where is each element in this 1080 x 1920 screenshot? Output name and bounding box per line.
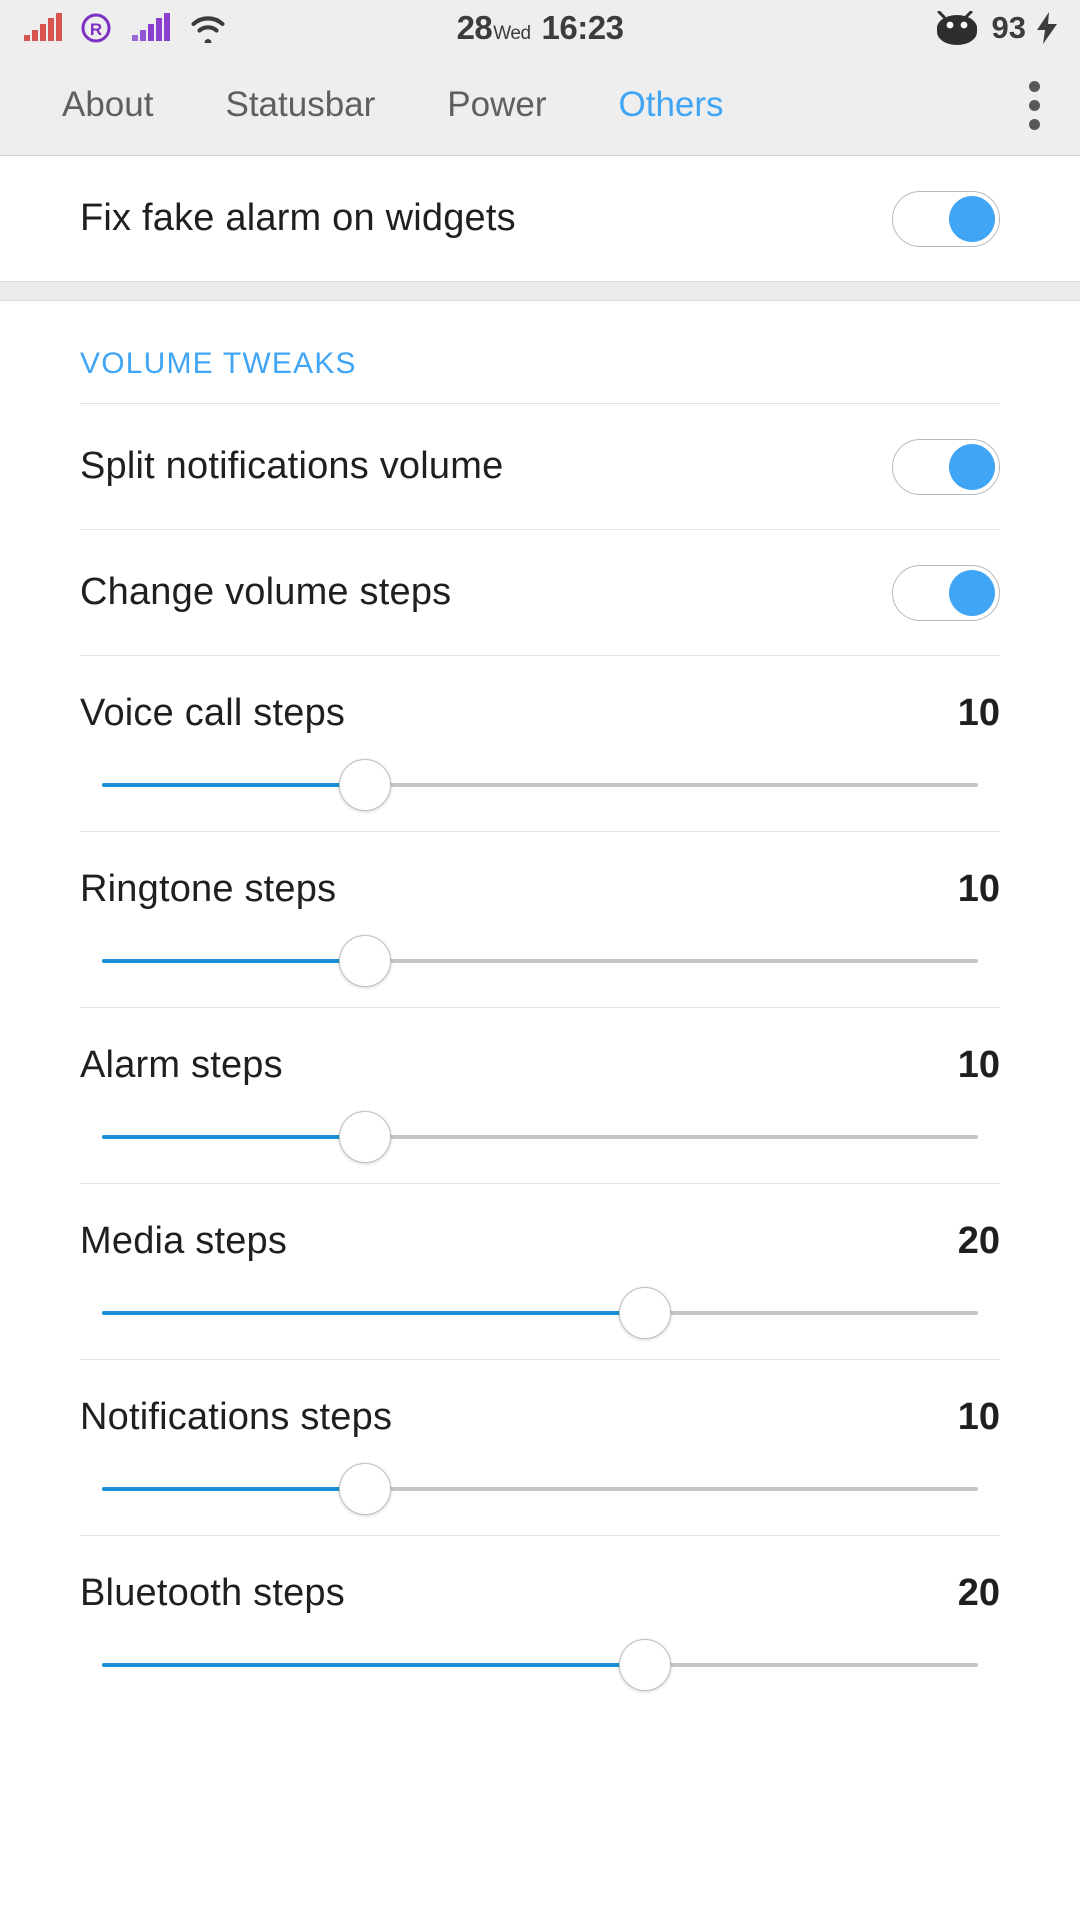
slider-label: Notifications steps	[80, 1396, 393, 1438]
slider-track-fill	[102, 1663, 646, 1667]
slider-header: Bluetooth steps 20	[80, 1536, 1000, 1619]
slider-track-fill	[102, 783, 365, 787]
slider-row[interactable]: Alarm steps 10	[0, 1008, 1080, 1183]
slider-thumb[interactable]	[619, 1287, 672, 1339]
lightning-bolt-icon	[1036, 11, 1058, 44]
slider-label: Alarm steps	[80, 1044, 283, 1086]
tab-power[interactable]: Power	[411, 85, 582, 125]
slider-header: Ringtone steps 10	[80, 832, 1000, 915]
slider-control[interactable]	[102, 1443, 978, 1535]
slider-control[interactable]	[102, 915, 978, 1007]
slider-thumb[interactable]	[338, 1463, 391, 1515]
toggle-fix-fake-alarm[interactable]	[892, 190, 1000, 247]
slider-header: Notifications steps 10	[80, 1360, 1000, 1443]
slider-control[interactable]	[102, 739, 978, 831]
slider-control[interactable]	[102, 1091, 978, 1183]
slider-row[interactable]: Ringtone steps 10	[0, 832, 1080, 1007]
slider-track-fill	[102, 1311, 646, 1315]
slider-header: Alarm steps 10	[80, 1008, 1000, 1091]
android-bugdroid-battery-icon	[932, 10, 982, 45]
slider-value: 10	[957, 1044, 1000, 1086]
status-date-day: 28	[456, 8, 493, 46]
toggle-knob	[949, 443, 995, 490]
slider-value: 10	[957, 692, 1000, 734]
status-date-weekday: Wed	[493, 22, 531, 44]
toggle-split-notifications-volume[interactable]	[892, 438, 1000, 495]
toggle-change-volume-steps[interactable]	[892, 564, 1000, 621]
setting-label: Fix fake alarm on widgets	[80, 197, 516, 239]
section-gap-divider	[0, 281, 1080, 301]
slider-list: Voice call steps 10 Ringtone steps 10 Alarm …	[0, 656, 1080, 1711]
slider-value: 10	[957, 868, 1000, 910]
setting-row-change-volume-steps[interactable]: Change volume steps	[0, 530, 1080, 655]
status-bar: R 28 Wed 16:23 93	[0, 0, 1080, 55]
setting-label: Split notifications volume	[80, 445, 504, 487]
tab-list: About Statusbar Power Others	[0, 85, 988, 125]
slider-label: Ringtone steps	[80, 868, 337, 910]
slider-header: Voice call steps 10	[80, 656, 1000, 739]
setting-row-fix-fake-alarm[interactable]: Fix fake alarm on widgets	[0, 156, 1080, 281]
toggle-knob	[949, 569, 995, 616]
slider-row[interactable]: Bluetooth steps 20	[0, 1536, 1080, 1711]
slider-control[interactable]	[102, 1619, 978, 1711]
slider-row[interactable]: Voice call steps 10	[0, 656, 1080, 831]
slider-thumb[interactable]	[338, 759, 391, 811]
setting-label: Change volume steps	[80, 571, 452, 613]
slider-label: Media steps	[80, 1220, 288, 1262]
slider-row[interactable]: Notifications steps 10	[0, 1360, 1080, 1535]
tab-bar: About Statusbar Power Others	[0, 55, 1080, 156]
toggle-knob	[949, 195, 995, 242]
slider-control[interactable]	[102, 1267, 978, 1359]
settings-content: Fix fake alarm on widgets VOLUME TWEAKS …	[0, 156, 1080, 1711]
slider-thumb[interactable]	[619, 1639, 672, 1691]
more-vertical-icon[interactable]	[988, 80, 1080, 130]
slider-header: Media steps 20	[80, 1184, 1000, 1267]
slider-value: 20	[957, 1572, 1000, 1614]
slider-thumb[interactable]	[338, 935, 391, 987]
signal-bars-sim1-icon	[22, 12, 62, 43]
section-header-volume-tweaks: VOLUME TWEAKS	[80, 347, 357, 380]
status-bar-left-icons: R	[22, 12, 228, 44]
tab-about[interactable]: About	[62, 85, 189, 125]
battery-percentage: 93	[991, 9, 1026, 45]
status-bar-right-icons: 93	[932, 0, 1058, 55]
signal-bars-sim2-icon	[130, 12, 170, 43]
slider-value: 10	[957, 1396, 1000, 1438]
slider-value: 20	[957, 1220, 1000, 1262]
slider-thumb[interactable]	[338, 1111, 391, 1163]
wifi-icon	[188, 13, 228, 43]
svg-text:R: R	[90, 20, 102, 39]
status-time: 16:23	[541, 8, 624, 46]
slider-label: Bluetooth steps	[80, 1572, 345, 1614]
roaming-icon: R	[80, 12, 112, 44]
slider-row[interactable]: Media steps 20	[0, 1184, 1080, 1359]
slider-label: Voice call steps	[80, 692, 346, 734]
slider-track-fill	[102, 959, 365, 963]
tab-others[interactable]: Others	[583, 85, 760, 125]
setting-row-split-notifications-volume[interactable]: Split notifications volume	[0, 404, 1080, 529]
slider-track-fill	[102, 1135, 365, 1139]
slider-track-fill	[102, 1487, 365, 1491]
tab-statusbar[interactable]: Statusbar	[189, 85, 411, 125]
